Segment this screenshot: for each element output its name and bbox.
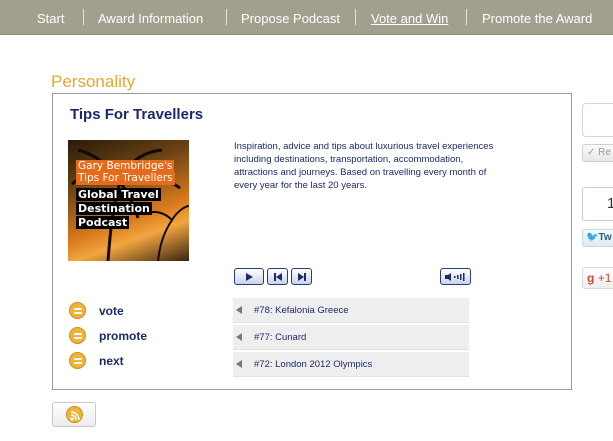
next-icon <box>69 352 86 369</box>
episode-item[interactable]: #78: Kefalonia Greece <box>233 298 469 323</box>
podcast-actions: vote promote next <box>69 298 147 373</box>
cover-line-5: Podcast <box>76 216 130 229</box>
volume-button[interactable] <box>440 268 471 285</box>
next-track-button[interactable] <box>291 268 312 285</box>
section-title: Personality <box>51 72 136 91</box>
episode-title: #78: Kefalonia Greece <box>254 304 349 316</box>
nav-propose-podcast[interactable]: Propose Podcast <box>241 11 340 26</box>
nav-separator <box>226 9 227 25</box>
rss-icon <box>65 406 83 423</box>
google-plus-button[interactable]: g +1 <box>582 267 613 289</box>
cover-show-line: Tips For Travellers <box>76 172 175 185</box>
vote-label: vote <box>99 303 124 318</box>
podcast-description: Inspiration, advice and tips about luxur… <box>234 141 494 191</box>
episode-item[interactable]: #77: Cunard <box>233 325 469 350</box>
google-plus-label: +1 <box>597 271 612 285</box>
podcast-title: Tips For Travellers <box>70 106 204 123</box>
share-count: 1 <box>582 187 613 221</box>
nav-separator <box>466 9 467 25</box>
previous-button[interactable] <box>267 268 288 285</box>
nav-separator <box>83 9 84 25</box>
play-triangle-icon <box>236 306 242 314</box>
episode-title: #77: Cunard <box>254 331 307 343</box>
tweet-label: Tw <box>598 232 612 243</box>
episode-list: #78: Kefalonia Greece #77: Cunard #72: L… <box>233 298 469 379</box>
vote-action[interactable]: vote <box>69 298 147 323</box>
top-nav: Start Award Information Propose Podcast … <box>0 0 613 35</box>
play-icon <box>246 272 253 281</box>
recommend-button[interactable]: ✓ Re <box>582 144 613 162</box>
previous-icon <box>273 272 282 281</box>
rss-feed-button[interactable] <box>52 402 96 427</box>
cover-line-4: Destination <box>76 202 152 215</box>
play-triangle-icon <box>236 333 242 341</box>
vote-icon <box>69 302 86 319</box>
promote-icon <box>69 327 86 344</box>
comment-box[interactable] <box>582 103 613 137</box>
promote-label: promote <box>99 328 147 343</box>
nav-vote-and-win[interactable]: Vote and Win <box>371 11 448 26</box>
tweet-button[interactable]: 🐦Tw <box>582 229 613 247</box>
nav-award-information[interactable]: Award Information <box>98 11 203 26</box>
play-triangle-icon <box>236 360 242 368</box>
nav-promote-the-award[interactable]: Promote the Award <box>482 11 592 26</box>
promote-action[interactable]: promote <box>69 323 147 348</box>
podcast-panel: Tips For Travellers Gary Bembridge's Tip… <box>52 93 572 390</box>
audio-player <box>234 268 474 286</box>
episode-title: #72: London 2012 Olympics <box>254 358 373 370</box>
cover-line-3: Global Travel <box>76 188 161 201</box>
play-button[interactable] <box>234 268 264 285</box>
nav-start[interactable]: Start <box>37 11 64 26</box>
next-action[interactable]: next <box>69 348 147 373</box>
next-label: next <box>99 353 124 368</box>
recommend-label: Re <box>598 147 611 158</box>
nav-separator <box>355 9 356 25</box>
episode-item[interactable]: #72: London 2012 Olympics <box>233 352 469 377</box>
podcast-cover-image: Gary Bembridge's Tips For Travellers Glo… <box>68 140 189 261</box>
google-plus-icon: g <box>587 271 595 285</box>
twitter-icon: 🐦 <box>586 232 599 243</box>
next-track-icon <box>297 272 306 281</box>
volume-icon <box>444 272 464 281</box>
